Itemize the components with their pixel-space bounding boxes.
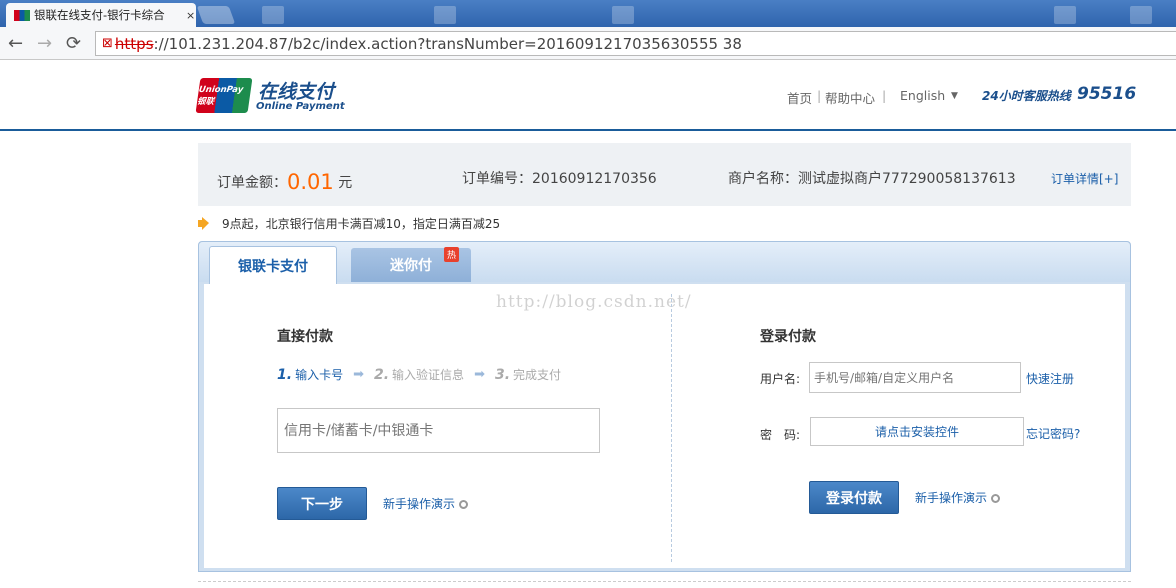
- direct-pay-title: 直接付款: [277, 329, 333, 345]
- browser-tab[interactable]: 银联在线支付-银行卡综合 ×: [6, 3, 196, 27]
- tab-unionpay-card[interactable]: 银联卡支付: [209, 246, 337, 284]
- login-pay-title: 登录付款: [760, 329, 816, 345]
- back-arrow-icon[interactable]: ←: [8, 33, 23, 54]
- merchant-label: 商户名称：: [728, 171, 798, 187]
- guide-demo-link[interactable]: 新手操作演示: [915, 489, 1001, 506]
- quick-register-link[interactable]: 快速注册: [1026, 370, 1074, 387]
- tab-close-icon[interactable]: ×: [186, 9, 195, 22]
- order-number-value: 20160912170356: [532, 171, 657, 187]
- order-amount: 订单金额：0.01 元: [217, 168, 353, 194]
- order-summary-bar: 订单金额：0.01 元 订单编号：20160912170356 商户名称：测试虚…: [198, 143, 1131, 206]
- language-select[interactable]: English: [900, 88, 945, 103]
- tab-title: 银联在线支付-银行卡综合: [34, 8, 165, 22]
- payment-panel: 银联卡支付 迷你付 热 http://blog.csdn.net/ 直接付款 1…: [198, 241, 1131, 572]
- nav-home-link[interactable]: 首页: [787, 88, 812, 107]
- taskbar-icon: [434, 6, 456, 24]
- password-label: 密 码:: [760, 428, 801, 442]
- logo-subtitle: Online Payment: [256, 101, 345, 112]
- logo-title: 在线支付: [258, 81, 335, 103]
- promo-text: 9点起，北京银行信用卡满百减10，指定日满百减25: [222, 217, 501, 231]
- header-divider: [0, 129, 1176, 131]
- unionpay-logo[interactable]: UnionPay 银联: [195, 78, 253, 113]
- url-scheme: https: [114, 34, 154, 53]
- section-divider: [671, 294, 672, 562]
- nav-separator: |: [817, 88, 822, 103]
- new-tab-button[interactable]: [196, 6, 236, 24]
- taskbar-icon: [1054, 6, 1076, 24]
- hot-badge: 热: [444, 247, 459, 262]
- payment-panel-body: http://blog.csdn.net/ 直接付款 1. 输入卡号 ➡ 2. 输入…: [204, 284, 1125, 568]
- install-control-prompt[interactable]: 请点击安装控件: [810, 417, 1024, 446]
- merchant-value: 测试虚拟商户777290058137613: [798, 171, 1016, 187]
- nav-help-link[interactable]: 帮助中心: [825, 88, 875, 107]
- step-arrow-icon: ➡: [474, 367, 485, 382]
- insecure-lock-icon[interactable]: ⊠: [102, 36, 113, 51]
- address-bar[interactable]: ⊠ https://101.231.204.87/b2c/index.actio…: [95, 31, 1176, 56]
- next-step-button[interactable]: 下一步: [277, 487, 367, 520]
- reload-icon[interactable]: ⟳: [66, 33, 81, 54]
- order-number: 订单编号：20160912170356: [462, 168, 657, 188]
- step-1: 1. 输入卡号: [277, 367, 344, 383]
- amount-unit: 元: [338, 175, 353, 191]
- hotline-number: 95516: [1077, 84, 1137, 104]
- chevron-down-icon[interactable]: ▼: [951, 91, 958, 101]
- payment-steps: 1. 输入卡号 ➡ 2. 输入验证信息 ➡ 3. 完成支付: [277, 366, 561, 383]
- login-pay-button[interactable]: 登录付款: [809, 481, 899, 514]
- merchant-name: 商户名称：测试虚拟商户777290058137613: [728, 168, 1016, 188]
- hotline-label: 24小时客服热线: [982, 89, 1071, 103]
- step-2: 2. 输入验证信息: [373, 367, 465, 383]
- order-detail-link[interactable]: 订单详情[+]: [1051, 170, 1118, 187]
- username-label: 用户名:: [760, 372, 801, 386]
- payment-tabs: 银联卡支付 迷你付 热: [199, 242, 1130, 284]
- order-number-label: 订单编号：: [462, 171, 532, 187]
- url-text: ://101.231.204.87/b2c/index.action?trans…: [153, 34, 742, 53]
- play-icon: [459, 500, 469, 509]
- browser-tab-strip: 银联在线支付-银行卡综合 ×: [0, 0, 1176, 27]
- step-arrow-icon: ➡: [353, 367, 364, 382]
- promo-notice: 9点起，北京银行信用卡满百减10，指定日满百减25: [198, 215, 500, 232]
- guide-demo-link[interactable]: 新手操作演示: [383, 495, 469, 512]
- taskbar-icon: [612, 6, 634, 24]
- nav-separator: |: [882, 88, 887, 103]
- amount-label: 订单金额：: [217, 175, 287, 191]
- forgot-password-link[interactable]: 忘记密码?: [1026, 425, 1080, 442]
- footer-divider: [198, 581, 1131, 582]
- speaker-icon: [198, 217, 214, 230]
- card-number-input[interactable]: [277, 408, 600, 453]
- amount-value: 0.01: [287, 170, 334, 194]
- forward-arrow-icon[interactable]: →: [37, 33, 52, 54]
- taskbar-icon: [262, 6, 284, 24]
- watermark: http://blog.csdn.net/: [496, 292, 692, 312]
- taskbar-icon: [1130, 6, 1152, 24]
- unionpay-favicon-icon: [14, 9, 30, 21]
- play-icon: [991, 494, 1001, 503]
- step-3: 3. 完成支付: [494, 367, 562, 383]
- username-input[interactable]: [809, 362, 1021, 393]
